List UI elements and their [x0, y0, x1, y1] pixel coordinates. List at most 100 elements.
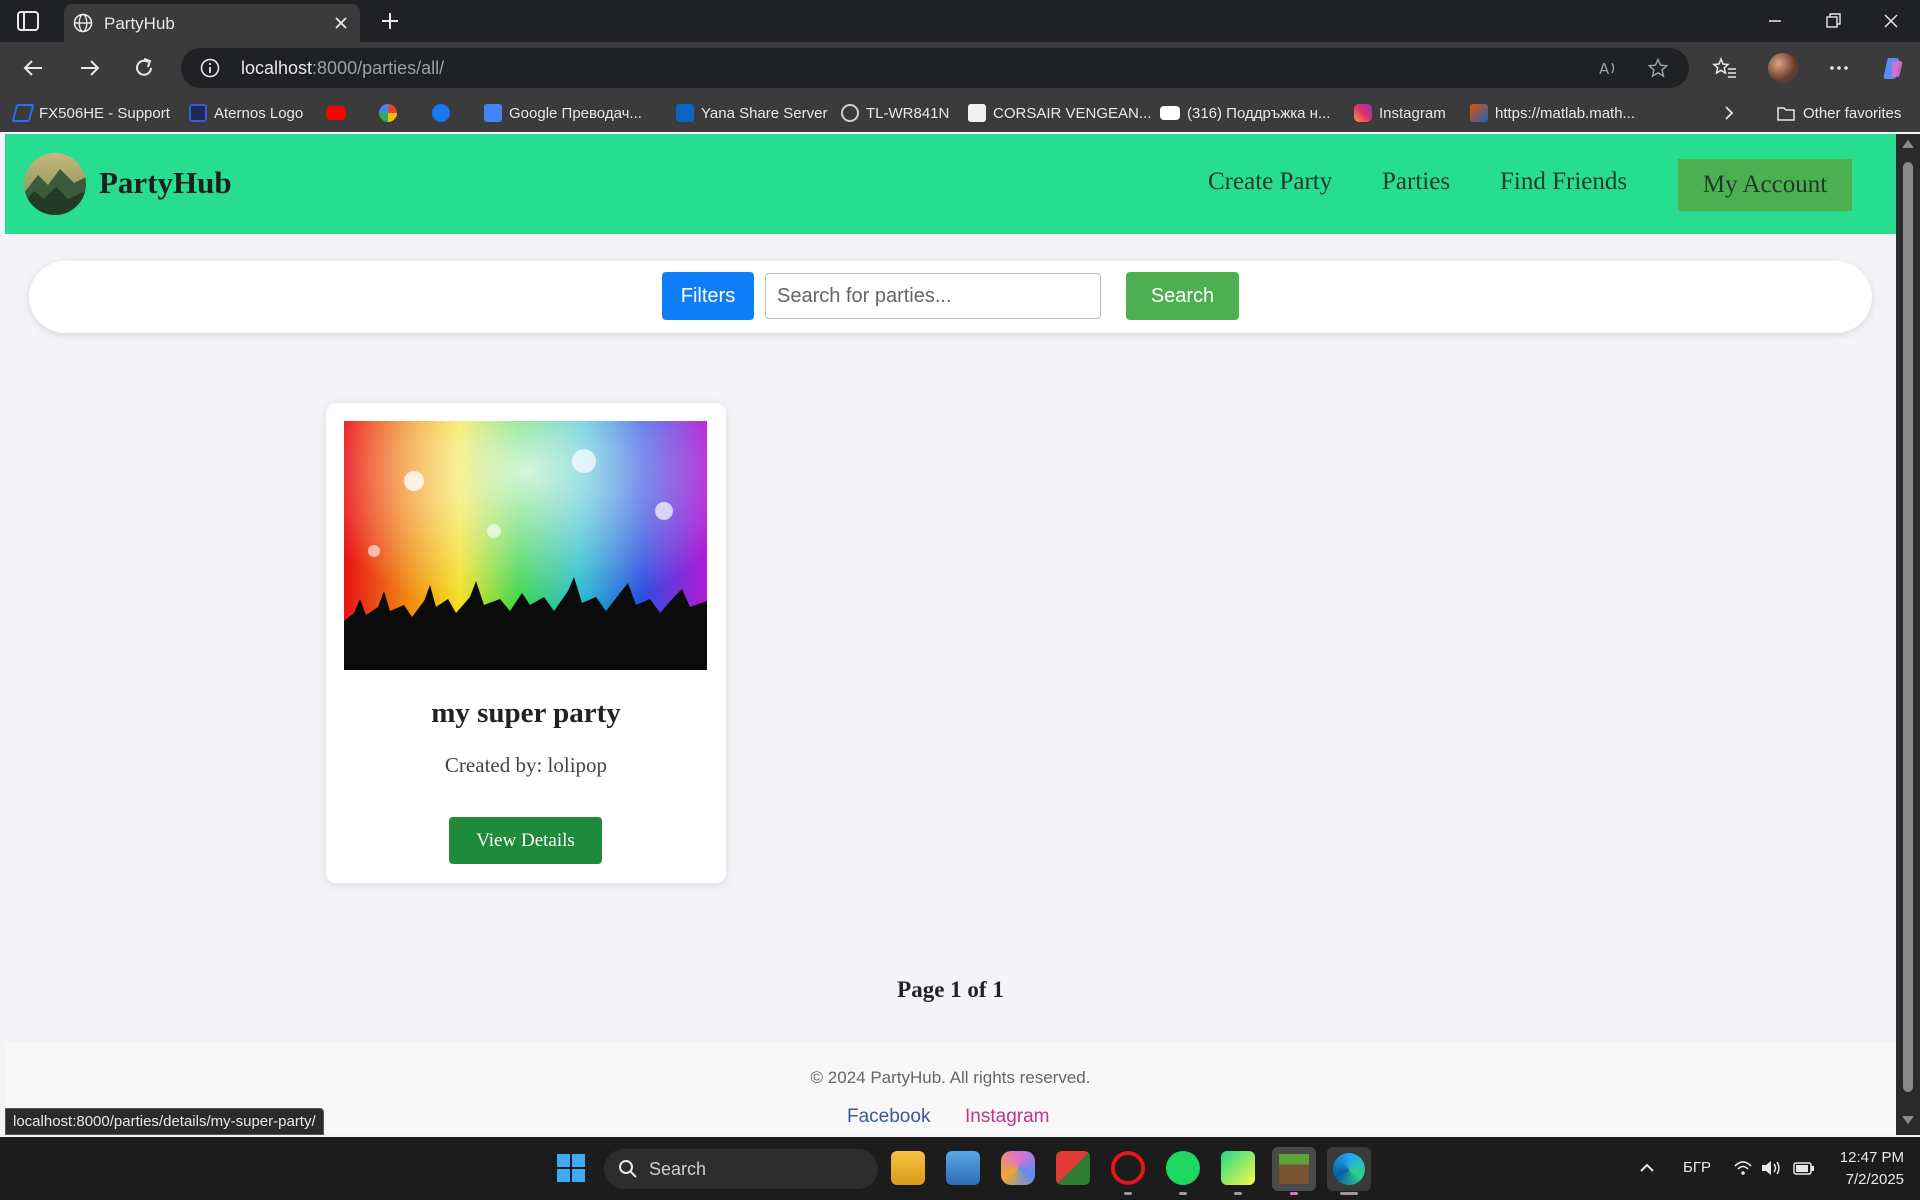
asus-icon: [11, 104, 35, 122]
profile-avatar[interactable]: [1768, 53, 1798, 83]
search-icon: [619, 1160, 637, 1178]
site-header: PartyHub Create Party Parties Find Frien…: [5, 134, 1896, 234]
nav-create-party[interactable]: Create Party: [1208, 168, 1332, 196]
bookmark-item[interactable]: FX506HE - Support: [11, 102, 170, 124]
facebook-icon: [432, 104, 450, 122]
bookmark-item[interactable]: TL-WR841N: [841, 102, 949, 124]
instagram-icon: [1354, 104, 1372, 122]
refresh-icon[interactable]: [130, 54, 158, 82]
clock-date[interactable]: 7/2/2025: [1834, 1171, 1904, 1188]
nav-parties[interactable]: Parties: [1382, 168, 1450, 196]
my-account-button[interactable]: My Account: [1678, 159, 1852, 211]
site-logo[interactable]: [24, 153, 86, 215]
pagination-text: Page 1 of 1: [897, 977, 1004, 1002]
party-lights-image: [344, 421, 707, 670]
back-arrow-icon[interactable]: [20, 54, 48, 82]
bookmark-item[interactable]: Yana Share Server: [676, 102, 827, 124]
search-button[interactable]: Search: [1126, 272, 1239, 320]
globe-icon: [841, 104, 859, 122]
more-options-icon[interactable]: [1826, 55, 1852, 81]
tab-actions-icon[interactable]: [16, 10, 40, 32]
edge-icon[interactable]: [1327, 1147, 1371, 1191]
tab-title: PartyHub: [104, 14, 175, 33]
running-indicator: [1124, 1192, 1132, 1195]
bookmark-item[interactable]: (316) Поддръжка н...: [1160, 102, 1330, 124]
view-details-button[interactable]: View Details: [449, 817, 602, 864]
clock-time[interactable]: 12:47 PM: [1834, 1149, 1904, 1166]
copilot-app-icon[interactable]: [1001, 1151, 1035, 1185]
matlab-icon: [1470, 104, 1488, 122]
new-tab-icon[interactable]: [378, 9, 402, 33]
bookmark-item[interactable]: [432, 102, 457, 124]
search-panel: Filters Search: [29, 261, 1872, 333]
file-explorer-icon[interactable]: [891, 1151, 925, 1185]
bookmark-item[interactable]: Google Преводач...: [484, 102, 642, 124]
site-info-icon[interactable]: [199, 57, 221, 79]
brand-name[interactable]: PartyHub: [99, 165, 232, 201]
page-viewport: PartyHub Create Party Parties Find Frien…: [5, 134, 1896, 1135]
bookmark-item[interactable]: Instagram: [1354, 102, 1446, 124]
chevron-right-icon[interactable]: [1720, 104, 1738, 122]
folder-icon: [1777, 107, 1795, 121]
youtube-icon: [326, 106, 346, 120]
page-scrollbar[interactable]: [1896, 134, 1920, 1135]
corsair-icon: [968, 104, 986, 122]
instagram-link[interactable]: Instagram: [965, 1106, 1049, 1128]
youtube-icon: [1160, 106, 1180, 120]
running-indicator: [1290, 1192, 1298, 1195]
google-translate-icon: [484, 104, 502, 122]
globe-icon: [73, 13, 93, 33]
browser-titlebar: PartyHub: [0, 0, 1920, 42]
browser-toolbar: localhost:8000/parties/all/ A: [0, 42, 1920, 94]
running-indicator: [1234, 1192, 1242, 1195]
bookmark-item[interactable]: https://matlab.math...: [1470, 102, 1635, 124]
running-indicator: [1340, 1192, 1358, 1195]
minimize-icon[interactable]: [1760, 8, 1790, 34]
bookmark-item[interactable]: [326, 102, 353, 124]
forward-arrow-icon[interactable]: [75, 54, 103, 82]
dsm-icon: [676, 104, 694, 122]
restore-icon[interactable]: [1818, 8, 1848, 34]
address-bar[interactable]: localhost:8000/parties/all/ A: [181, 48, 1689, 88]
battery-icon[interactable]: [1792, 1159, 1816, 1177]
opera-icon[interactable]: [1111, 1151, 1145, 1185]
wifi-icon[interactable]: [1733, 1159, 1753, 1177]
scroll-up-icon[interactable]: [1902, 140, 1914, 148]
read-aloud-icon[interactable]: A: [1597, 57, 1619, 79]
scrollbar-thumb[interactable]: [1903, 162, 1913, 1092]
google-icon: [379, 104, 397, 122]
svg-text:A: A: [1599, 60, 1610, 78]
bookmark-item[interactable]: CORSAIR VENGEAN...: [968, 102, 1151, 124]
copilot-icon[interactable]: [1880, 55, 1906, 81]
mountain-logo-icon: [24, 153, 86, 215]
bookmark-item[interactable]: Aternos Logo: [189, 102, 303, 124]
control-panel-icon[interactable]: [946, 1151, 980, 1185]
pycharm-icon[interactable]: [1221, 1151, 1255, 1185]
favorite-star-icon[interactable]: [1647, 57, 1669, 79]
scroll-down-icon[interactable]: [1902, 1116, 1914, 1124]
favorites-icon[interactable]: [1712, 55, 1738, 81]
facebook-link[interactable]: Facebook: [847, 1106, 930, 1128]
aternos-icon: [189, 104, 207, 122]
bookmarks-bar: FX506HE - Support Aternos Logo Google Пр…: [0, 94, 1920, 132]
spotify-icon[interactable]: [1166, 1151, 1200, 1185]
bookmark-item[interactable]: [379, 102, 404, 124]
other-favorites[interactable]: Other favorites: [1776, 102, 1901, 124]
close-window-icon[interactable]: [1876, 8, 1906, 34]
minecraft-icon[interactable]: [1272, 1147, 1316, 1191]
close-tab-icon[interactable]: [330, 12, 352, 34]
filters-button[interactable]: Filters: [662, 272, 754, 320]
language-indicator[interactable]: БГР: [1683, 1159, 1711, 1176]
windows-start-icon[interactable]: [556, 1153, 586, 1183]
app-icon[interactable]: [1056, 1151, 1090, 1185]
search-input[interactable]: [765, 273, 1101, 319]
nav-find-friends[interactable]: Find Friends: [1500, 168, 1627, 196]
taskbar-search[interactable]: Search: [604, 1149, 878, 1189]
browser-tab[interactable]: PartyHub: [64, 4, 360, 42]
copyright-text: © 2024 PartyHub. All rights reserved.: [810, 1068, 1091, 1087]
party-creator: Created by: lolipop: [444, 753, 608, 777]
party-image[interactable]: [344, 421, 707, 670]
taskbar: Search БГР 12:47 PM 7/2/2025: [0, 1137, 1920, 1200]
volume-icon[interactable]: [1760, 1159, 1782, 1177]
chevron-up-icon[interactable]: [1638, 1159, 1656, 1177]
